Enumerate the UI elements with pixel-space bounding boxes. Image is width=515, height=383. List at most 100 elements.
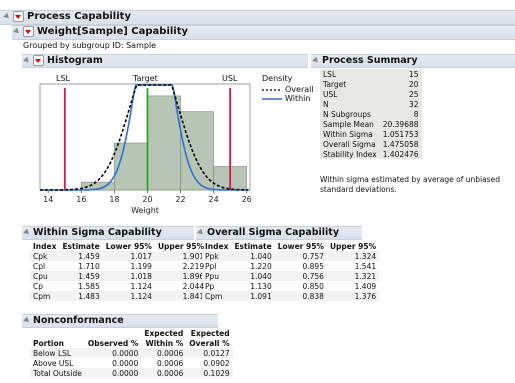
column-header: Index bbox=[33, 241, 57, 251]
column-header: Observed % bbox=[87, 338, 139, 348]
table-cell: 0.0902 bbox=[203, 358, 230, 368]
summary-value: 15 bbox=[379, 69, 422, 79]
overall-capability-header[interactable]: Overall Sigma Capability bbox=[197, 227, 339, 238]
summary-row: N Subgroups 8 bbox=[320, 109, 422, 119]
table-cell: Cpu bbox=[30, 271, 60, 281]
table-row: Cpk 1.459 1.017 1.901 bbox=[30, 251, 208, 261]
table-cell: Cpk bbox=[30, 251, 60, 261]
table-cell: 0.0000 bbox=[84, 348, 142, 358]
table-cell: Cpm bbox=[30, 291, 60, 301]
summary-label: USL bbox=[320, 89, 380, 99]
table-cell: Pp bbox=[205, 281, 215, 291]
table-row: Above USL 0.0000 0.0006 0.0902 bbox=[30, 358, 233, 368]
x-tick-label: 26 bbox=[242, 195, 252, 204]
within-capability-header[interactable]: Within Sigma Capability bbox=[23, 227, 162, 238]
histogram-bar bbox=[114, 142, 148, 191]
table-cell: 0.850 bbox=[302, 281, 324, 291]
table-row: Ppk 1.040 0.757 1.324 bbox=[202, 251, 380, 261]
histogram-chart[interactable]: 14 16 18 20 22 24 26 Weight bbox=[0, 0, 260, 220]
column-header: Lower 95% bbox=[277, 241, 324, 251]
table-cell: 1.409 bbox=[354, 281, 377, 291]
table-cell: Above USL bbox=[33, 358, 74, 368]
table-cell: Ppl bbox=[205, 261, 217, 271]
table-cell: Ppk bbox=[202, 251, 232, 261]
process-summary-table: LSL 15 Target 20 USL 25 N 32 N Subgroups 8 Sample … bbox=[320, 69, 422, 159]
summary-value: 8 bbox=[379, 109, 422, 119]
summary-label: N bbox=[320, 99, 380, 109]
legend: Density Overall Within bbox=[262, 74, 322, 103]
table-cell: 0.0000 bbox=[84, 368, 142, 378]
column-header: Upper 95% bbox=[157, 241, 205, 251]
summary-value: 32 bbox=[379, 99, 422, 109]
summary-label: N Subgroups bbox=[320, 109, 380, 119]
process-summary-title: Process Summary bbox=[322, 55, 418, 66]
solid-line-icon bbox=[262, 97, 282, 100]
summary-row: N 32 bbox=[320, 99, 422, 109]
table-cell: 1.124 bbox=[130, 281, 152, 291]
column-header: Within % bbox=[145, 338, 184, 348]
table-cell: Below LSL bbox=[30, 348, 85, 358]
table-cell: 2.044 bbox=[182, 281, 205, 291]
disclosure-icon[interactable] bbox=[23, 316, 31, 325]
process-summary-header[interactable]: Process Summary bbox=[312, 55, 418, 66]
legend-item-within: Within bbox=[262, 94, 322, 103]
column-header-top: Expected bbox=[190, 329, 230, 338]
table-cell: 0.0000 bbox=[112, 358, 139, 368]
summary-value: 1.051753 bbox=[379, 129, 422, 139]
table-row: Ppu 1.040 0.756 1.321 bbox=[202, 271, 380, 281]
table-cell: 1.896 bbox=[154, 271, 208, 281]
column-header: Upper 95% bbox=[329, 241, 377, 251]
table-cell: 2.219 bbox=[182, 261, 205, 271]
dashed-line-icon bbox=[262, 88, 282, 91]
histogram-bar bbox=[147, 95, 181, 191]
column-header-top bbox=[85, 329, 141, 338]
table-cell: 1.459 bbox=[59, 271, 103, 281]
table-cell: 1.091 bbox=[231, 291, 275, 301]
disclosure-icon[interactable] bbox=[23, 228, 31, 237]
table-cell: 1.841 bbox=[154, 291, 208, 301]
table-cell: 1.040 bbox=[231, 251, 275, 261]
table-row: Cpu 1.459 1.018 1.896 bbox=[30, 271, 208, 281]
x-tick-label: 22 bbox=[175, 195, 185, 204]
x-tick-label: 24 bbox=[209, 195, 219, 204]
table-cell: 0.895 bbox=[302, 261, 324, 271]
table-row: Cpl 1.710 1.199 2.219 bbox=[30, 261, 207, 271]
x-tick-label: 20 bbox=[142, 195, 152, 204]
summary-row: USL 25 bbox=[320, 89, 422, 99]
table-cell: 1.459 bbox=[59, 251, 103, 261]
table-cell: Cpl bbox=[33, 261, 46, 271]
within-capability-table: Index Estimate Lower 95% Upper 95% Cpk 1.459 1… bbox=[30, 241, 208, 301]
summary-row: Within Sigma 1.051753 bbox=[320, 129, 422, 139]
table-cell: 1.901 bbox=[154, 251, 208, 261]
x-tick-label: 14 bbox=[43, 195, 53, 204]
x-axis-label: Weight bbox=[131, 206, 159, 215]
x-tick-label: 18 bbox=[109, 195, 119, 204]
table-cell: 1.124 bbox=[102, 291, 155, 301]
column-header: Estimate bbox=[62, 241, 100, 251]
x-tick-label: 16 bbox=[76, 195, 86, 204]
summary-label: Within Sigma bbox=[320, 129, 380, 139]
within-capability-title: Within Sigma Capability bbox=[33, 227, 162, 238]
disclosure-icon[interactable] bbox=[312, 56, 320, 65]
process-summary-note: Within sigma estimated by average of unb… bbox=[320, 175, 500, 194]
table-cell: 1.585 bbox=[78, 281, 100, 291]
table-cell: 1.376 bbox=[326, 291, 380, 301]
legend-item-overall: Overall bbox=[262, 85, 322, 94]
legend-overall-label: Overall bbox=[285, 85, 314, 94]
summary-value: 1.475058 bbox=[379, 139, 422, 149]
column-header: Estimate bbox=[234, 241, 272, 251]
column-header-top: Expected bbox=[144, 329, 184, 338]
legend-within-label: Within bbox=[285, 94, 311, 103]
summary-row: Target 20 bbox=[320, 79, 422, 89]
table-row: Cpm 1.091 0.838 1.376 bbox=[202, 291, 380, 301]
table-cell: Ppu bbox=[202, 271, 232, 281]
nonconformance-header[interactable]: Nonconformance bbox=[23, 315, 124, 326]
summary-label: Overall Sigma bbox=[320, 139, 380, 149]
summary-row: LSL 15 bbox=[320, 69, 422, 79]
disclosure-icon[interactable] bbox=[197, 228, 205, 237]
table-cell: 0.0006 bbox=[141, 368, 187, 378]
table-cell: 0.757 bbox=[274, 251, 327, 261]
table-cell: Cpm bbox=[202, 291, 232, 301]
summary-row: Sample Mean 20.39688 bbox=[320, 119, 422, 129]
summary-label: Sample Mean bbox=[320, 119, 380, 129]
